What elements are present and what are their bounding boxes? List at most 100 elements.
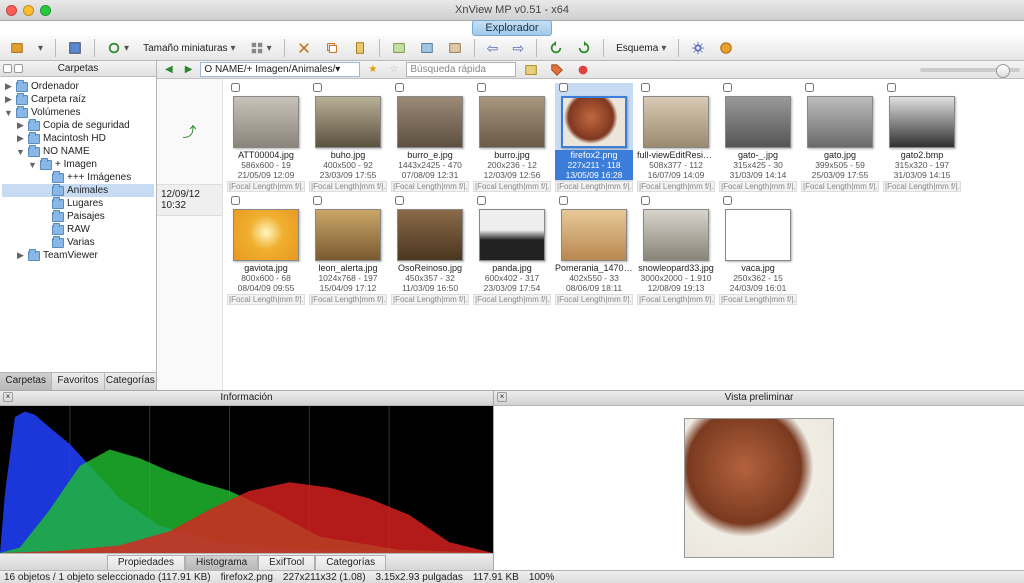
close-icon[interactable]: × xyxy=(3,392,13,402)
path-input[interactable]: O NAME/+ Imagen/Animales/ ▾ xyxy=(200,62,360,77)
thumb-checkbox[interactable] xyxy=(723,196,732,205)
tree-node[interactable]: ▼NO NAME xyxy=(2,145,154,158)
minimize-icon[interactable] xyxy=(23,5,34,16)
thumb-focal: |Focal Length|mm f/|... xyxy=(637,294,715,305)
thumb-focal: |Focal Length|mm f/|... xyxy=(391,181,469,192)
thumb-checkbox[interactable] xyxy=(559,83,568,92)
thumbnail-cell[interactable]: vaca.jpg250x362 - 1524/03/09 16:01|Focal… xyxy=(719,196,797,305)
thumbnail-cell[interactable]: firefox2.png227x211 - 11813/05/09 16:28|… xyxy=(555,83,633,192)
tree-node[interactable]: Animales xyxy=(2,184,154,197)
image-button[interactable] xyxy=(416,39,438,57)
view-button[interactable]: ▾ xyxy=(246,39,276,57)
tree-node[interactable]: +++ Imágenes xyxy=(2,171,154,184)
thumb-checkbox[interactable] xyxy=(477,196,486,205)
close-icon[interactable] xyxy=(6,5,17,16)
tree-node[interactable]: ▶Copia de seguridad xyxy=(2,119,154,132)
thumb-checkbox[interactable] xyxy=(641,196,650,205)
thumbnail-cell[interactable]: buho.jpg400x500 - 9223/03/09 17:55|Focal… xyxy=(309,83,387,192)
thumbnail-cell[interactable]: ATT00004.jpg586x600 - 1921/05/09 12:09|F… xyxy=(227,83,305,192)
thumbnail-cell[interactable]: full-viewEditResize.gif508x377 - 11216/0… xyxy=(637,83,715,192)
thumbnail-cell[interactable]: Pomerania_1470[1].jpg402x550 - 3308/06/0… xyxy=(555,196,633,305)
tree-node[interactable]: Lugares xyxy=(2,197,154,210)
mode-explorer-pill[interactable]: Explorador xyxy=(472,20,551,36)
image-button[interactable] xyxy=(444,39,466,57)
thumbnail-cell[interactable]: panda.jpg600x402 - 31723/03/09 17:54|Foc… xyxy=(473,196,551,305)
info-tab[interactable]: Categorías xyxy=(315,555,386,570)
go-up-icon[interactable]: ⤴ xyxy=(183,122,197,142)
thumb-checkbox[interactable] xyxy=(313,83,322,92)
thumb-checkbox[interactable] xyxy=(231,196,240,205)
about-button[interactable] xyxy=(715,39,737,57)
tree-node[interactable]: Paisajes xyxy=(2,210,154,223)
tree-node[interactable]: ▼+ Imagen xyxy=(2,158,154,171)
thumbnail-cell[interactable]: burro_e.jpg1443x2425 - 47007/08/09 12:31… xyxy=(391,83,469,192)
thumb-focal: |Focal Length|mm f/|... xyxy=(391,294,469,305)
scheme-menu[interactable]: Esquema ▾ xyxy=(612,41,670,56)
folder-tree[interactable]: ▶Ordenador▶Carpeta raíz▼Volúmenes▶Copia … xyxy=(0,77,156,372)
image-button[interactable] xyxy=(388,39,410,57)
close-icon[interactable]: × xyxy=(497,392,507,402)
tag-button[interactable] xyxy=(546,61,568,79)
tree-node[interactable]: ▶TeamViewer xyxy=(2,249,154,262)
tree-node[interactable]: ▶Carpeta raíz xyxy=(2,93,154,106)
zoom-icon[interactable] xyxy=(40,5,51,16)
info-tab[interactable]: Histograma xyxy=(185,555,258,570)
thumbnail-grid: ATT00004.jpg586x600 - 1921/05/09 12:09|F… xyxy=(223,79,1024,390)
tree-node[interactable]: ▶Ordenador xyxy=(2,80,154,93)
thumbnail-cell[interactable]: snowleopard33.jpg3000x2000 - 1.91012/08/… xyxy=(637,196,715,305)
thumb-size-menu[interactable]: Tamaño miniaturas ▾ xyxy=(139,41,240,56)
thumb-date: 23/03/09 17:55 xyxy=(309,170,387,180)
nav-fwd-button[interactable]: ▶ xyxy=(181,62,197,77)
thumbnail-cell[interactable]: gato-_.jpg315x425 - 3031/03/09 14:14|Foc… xyxy=(719,83,797,192)
nav-back-button[interactable]: ⇦ xyxy=(483,38,503,59)
info-tab[interactable]: Propiedades xyxy=(107,555,185,570)
tool-button[interactable] xyxy=(6,39,28,57)
rotate-right-button[interactable] xyxy=(573,39,595,57)
tree-node[interactable]: ▼Volúmenes xyxy=(2,106,154,119)
thumb-size-slider[interactable] xyxy=(920,68,1020,72)
thumb-checkbox[interactable] xyxy=(231,83,240,92)
thumbnail-cell[interactable]: leon_alerta.jpg1024x768 - 19715/04/09 17… xyxy=(309,196,387,305)
thumbnail-cell[interactable]: burro.jpg200x236 - 1212/03/09 12:56|Foca… xyxy=(473,83,551,192)
sidebar-tab[interactable]: Categorías xyxy=(105,373,156,390)
filter-button[interactable] xyxy=(520,61,542,79)
thumb-checkbox[interactable] xyxy=(559,196,568,205)
nav-fwd-button[interactable]: ⇨ xyxy=(508,38,528,59)
cut-button[interactable] xyxy=(293,39,315,57)
thumb-checkbox[interactable] xyxy=(395,83,404,92)
sidebar-tab[interactable]: Carpetas xyxy=(0,373,52,390)
sidebar-tab[interactable]: Favoritos xyxy=(52,373,104,390)
thumb-checkbox[interactable] xyxy=(723,83,732,92)
save-button[interactable] xyxy=(64,39,86,57)
sidebar-header: Carpetas xyxy=(0,61,156,77)
star-outline-icon[interactable]: ☆ xyxy=(385,62,402,77)
thumbnail-cell[interactable]: gato2.bmp315x320 - 19731/03/09 14:15|Foc… xyxy=(883,83,961,192)
rotate-left-button[interactable] xyxy=(545,39,567,57)
close-icon[interactable] xyxy=(14,64,23,73)
thumb-checkbox[interactable] xyxy=(887,83,896,92)
thumb-checkbox[interactable] xyxy=(641,83,650,92)
thumbnail-cell[interactable]: gato.jpg399x505 - 5925/03/09 17:55|Focal… xyxy=(801,83,879,192)
thumbnail-cell[interactable]: OsoReinoso.jpg450x357 - 3211/03/09 16:50… xyxy=(391,196,469,305)
tree-node[interactable]: Varias xyxy=(2,236,154,249)
status-zoom: 100% xyxy=(529,572,555,583)
nav-back-button[interactable]: ◀ xyxy=(161,62,177,77)
collapse-icon[interactable] xyxy=(3,64,12,73)
thumbnail-cell[interactable]: gaviota.jpg800x600 - 6808/04/09 09:55|Fo… xyxy=(227,196,305,305)
thumb-checkbox[interactable] xyxy=(313,196,322,205)
color-button[interactable] xyxy=(572,61,594,79)
thumb-checkbox[interactable] xyxy=(477,83,486,92)
star-icon[interactable]: ★ xyxy=(364,62,381,77)
dropdown-icon[interactable]: ▾ xyxy=(34,41,47,56)
tree-node[interactable]: RAW xyxy=(2,223,154,236)
info-tab[interactable]: ExifTool xyxy=(258,555,315,570)
window-controls xyxy=(6,5,51,16)
copy-button[interactable] xyxy=(321,39,343,57)
search-input[interactable]: Búsqueda rápida xyxy=(406,62,516,77)
thumb-checkbox[interactable] xyxy=(395,196,404,205)
thumb-checkbox[interactable] xyxy=(805,83,814,92)
refresh-button[interactable]: ▾ xyxy=(103,39,133,57)
settings-button[interactable] xyxy=(687,39,709,57)
tree-node[interactable]: ▶Macintosh HD xyxy=(2,132,154,145)
paste-button[interactable] xyxy=(349,39,371,57)
